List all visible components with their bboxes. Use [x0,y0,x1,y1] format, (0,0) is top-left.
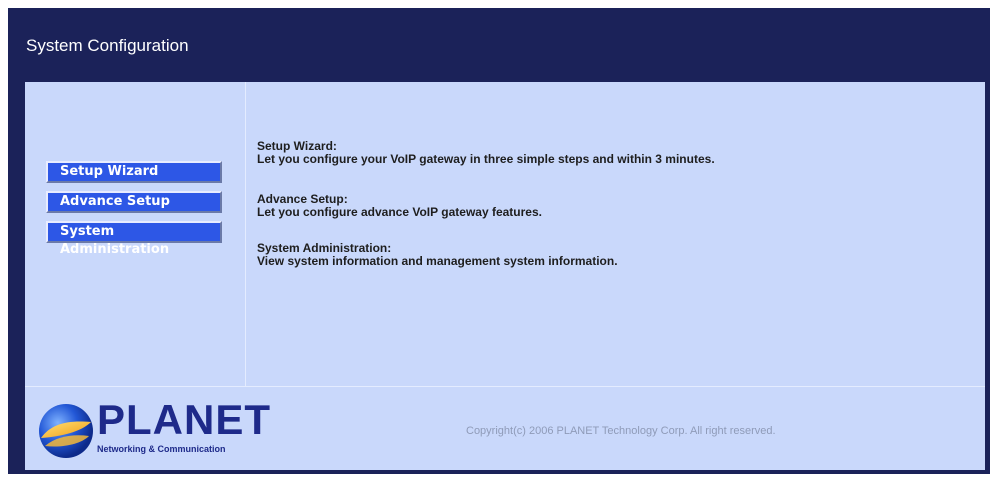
planet-logo: PLANET Networking & Communication [37,396,270,458]
setup-wizard-button[interactable]: Setup Wizard [46,161,222,183]
logo-tagline: Networking & Communication [97,444,226,454]
vertical-divider [245,82,246,388]
globe-icon [39,404,93,458]
system-administration-description: View system information and management s… [257,254,618,268]
page-title: System Configuration [26,36,189,55]
setup-wizard-description: Let you configure your VoIP gateway in t… [257,152,715,166]
system-administration-button[interactable]: System Administration [46,221,222,257]
logo-wordmark: PLANET [97,396,271,443]
advance-setup-description: Let you configure advance VoIP gateway f… [257,205,542,219]
advance-setup-button[interactable]: Advance Setup [46,191,222,213]
copyright-text: Copyright(c) 2006 PLANET Technology Corp… [466,425,776,437]
